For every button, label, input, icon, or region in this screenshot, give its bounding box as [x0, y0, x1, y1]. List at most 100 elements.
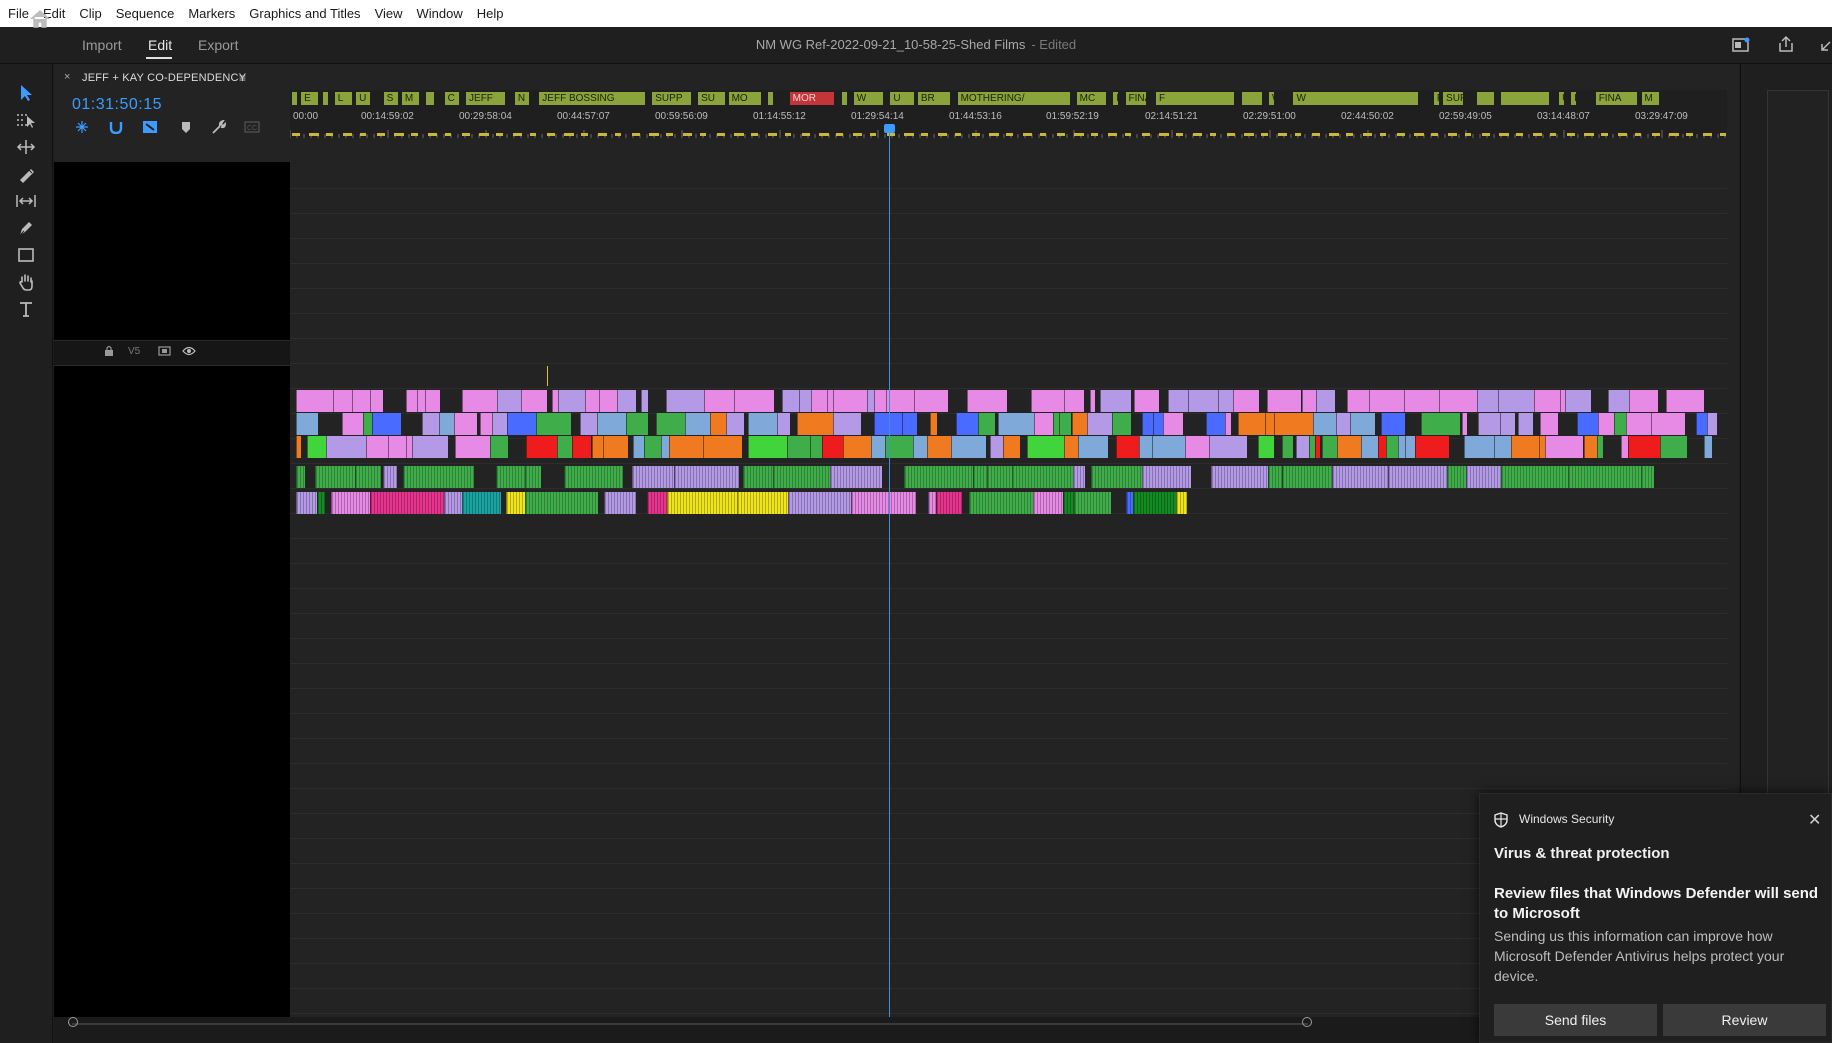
close-sequence-icon[interactable]: × [64, 71, 70, 83]
video-clip[interactable] [296, 390, 333, 412]
video-clip[interactable] [1313, 413, 1336, 435]
video-clip[interactable] [1629, 390, 1658, 412]
audio-clip[interactable] [317, 492, 325, 514]
video-clip[interactable] [799, 390, 811, 412]
audio-clip[interactable] [315, 466, 355, 488]
video-clip[interactable] [1188, 390, 1218, 412]
video-clip[interactable] [1282, 436, 1293, 458]
scroll-start-handle[interactable] [68, 1017, 78, 1027]
audio-clip[interactable] [462, 492, 501, 514]
audio-clip[interactable] [370, 492, 444, 514]
video-clip[interactable] [1209, 436, 1247, 458]
video-clip[interactable] [417, 390, 425, 412]
video-clip[interactable] [1614, 413, 1626, 435]
audio-clip[interactable] [1268, 466, 1282, 488]
audio-clip[interactable] [296, 492, 317, 514]
audio-clip[interactable] [383, 466, 397, 488]
video-clip[interactable] [669, 436, 703, 458]
video-clip[interactable] [1337, 436, 1361, 458]
video-clip[interactable] [1704, 436, 1712, 458]
audio-clip[interactable] [1033, 492, 1063, 514]
selection-tool-icon[interactable] [14, 82, 38, 104]
video-clip[interactable] [874, 390, 886, 412]
toggle-visibility-icon[interactable] [182, 345, 196, 360]
video-clip[interactable] [797, 413, 833, 435]
video-clip[interactable] [1185, 436, 1209, 458]
video-clip[interactable] [296, 413, 318, 435]
video-clip[interactable] [455, 436, 490, 458]
video-clip[interactable] [833, 413, 861, 435]
video-clip[interactable] [370, 390, 383, 412]
audio-clip[interactable] [1063, 492, 1074, 514]
video-clip[interactable] [490, 436, 508, 458]
close-icon[interactable]: ✕ [1808, 810, 1821, 830]
marker[interactable]: UNA [1559, 92, 1566, 105]
video-clip[interactable] [1258, 436, 1274, 458]
video-clip[interactable] [526, 436, 557, 458]
video-clip[interactable] [406, 390, 417, 412]
video-clip[interactable] [978, 413, 995, 435]
marker[interactable]: BR [917, 92, 952, 105]
video-clip[interactable] [748, 436, 787, 458]
video-clip[interactable] [990, 436, 1003, 458]
video-clip[interactable] [1651, 413, 1685, 435]
video-clip[interactable] [1225, 413, 1231, 435]
video-clip[interactable] [597, 413, 626, 435]
video-clip[interactable] [666, 390, 704, 412]
nest-icon[interactable] [74, 120, 90, 134]
video-clip[interactable] [1511, 436, 1539, 458]
marker[interactable]: MO [728, 92, 763, 105]
marker[interactable]: C [444, 92, 460, 105]
audio-clip[interactable] [904, 466, 973, 488]
video-clip[interactable] [1439, 390, 1477, 412]
video-clip[interactable] [1003, 436, 1020, 458]
video-clip[interactable] [1152, 436, 1185, 458]
video-clip[interactable] [1398, 436, 1405, 458]
audio-clip[interactable] [525, 466, 541, 488]
playhead-handle[interactable] [884, 124, 895, 133]
video-clip[interactable] [902, 413, 917, 435]
video-clip[interactable] [930, 413, 937, 435]
video-clip[interactable] [572, 436, 591, 458]
video-clip[interactable] [585, 390, 599, 412]
menu-markers[interactable]: Markers [181, 0, 242, 27]
marker[interactable] [768, 92, 775, 105]
audio-clip[interactable] [788, 492, 851, 514]
video-clip[interactable] [1494, 436, 1511, 458]
video-clip[interactable] [956, 413, 978, 435]
audio-clip[interactable] [1282, 466, 1332, 488]
audio-clip[interactable] [632, 466, 674, 488]
video-clip[interactable] [644, 436, 661, 458]
audio-clip[interactable] [1447, 466, 1466, 488]
marker[interactable] [292, 92, 299, 105]
video-clip[interactable] [507, 413, 536, 435]
captions-icon[interactable]: CC [244, 120, 260, 134]
audio-clip[interactable] [743, 466, 773, 488]
marker[interactable]: MC [1076, 92, 1108, 105]
menu-sequence[interactable]: Sequence [109, 0, 182, 27]
slip-tool-icon[interactable] [14, 190, 38, 212]
video-clip[interactable] [1350, 413, 1375, 435]
snap-magnet-icon[interactable] [108, 120, 124, 135]
video-clip[interactable] [1072, 413, 1087, 435]
audio-clip[interactable] [296, 466, 305, 488]
video-clip[interactable] [422, 413, 439, 435]
audio-clip[interactable] [604, 492, 636, 514]
menu-window[interactable]: Window [410, 0, 470, 27]
audio-clip[interactable] [737, 492, 788, 514]
sequence-tab[interactable]: JEFF + KAY CO-DEPENDENCY [82, 72, 246, 84]
video-clip[interactable] [633, 436, 644, 458]
scroll-end-handle[interactable] [1302, 1017, 1312, 1027]
audio-clip[interactable] [674, 466, 739, 488]
video-clip[interactable] [1361, 436, 1378, 458]
video-clip[interactable] [1478, 413, 1500, 435]
video-clip[interactable] [1090, 390, 1095, 412]
maximize-icon[interactable] [1821, 38, 1832, 52]
video-clip[interactable] [1534, 390, 1560, 412]
audio-clip[interactable] [647, 492, 667, 514]
video-clip[interactable] [1233, 390, 1259, 412]
video-clip[interactable] [603, 436, 628, 458]
video-clip[interactable] [1405, 436, 1415, 458]
video-clip[interactable] [641, 390, 648, 412]
audio-clip[interactable] [1466, 466, 1501, 488]
